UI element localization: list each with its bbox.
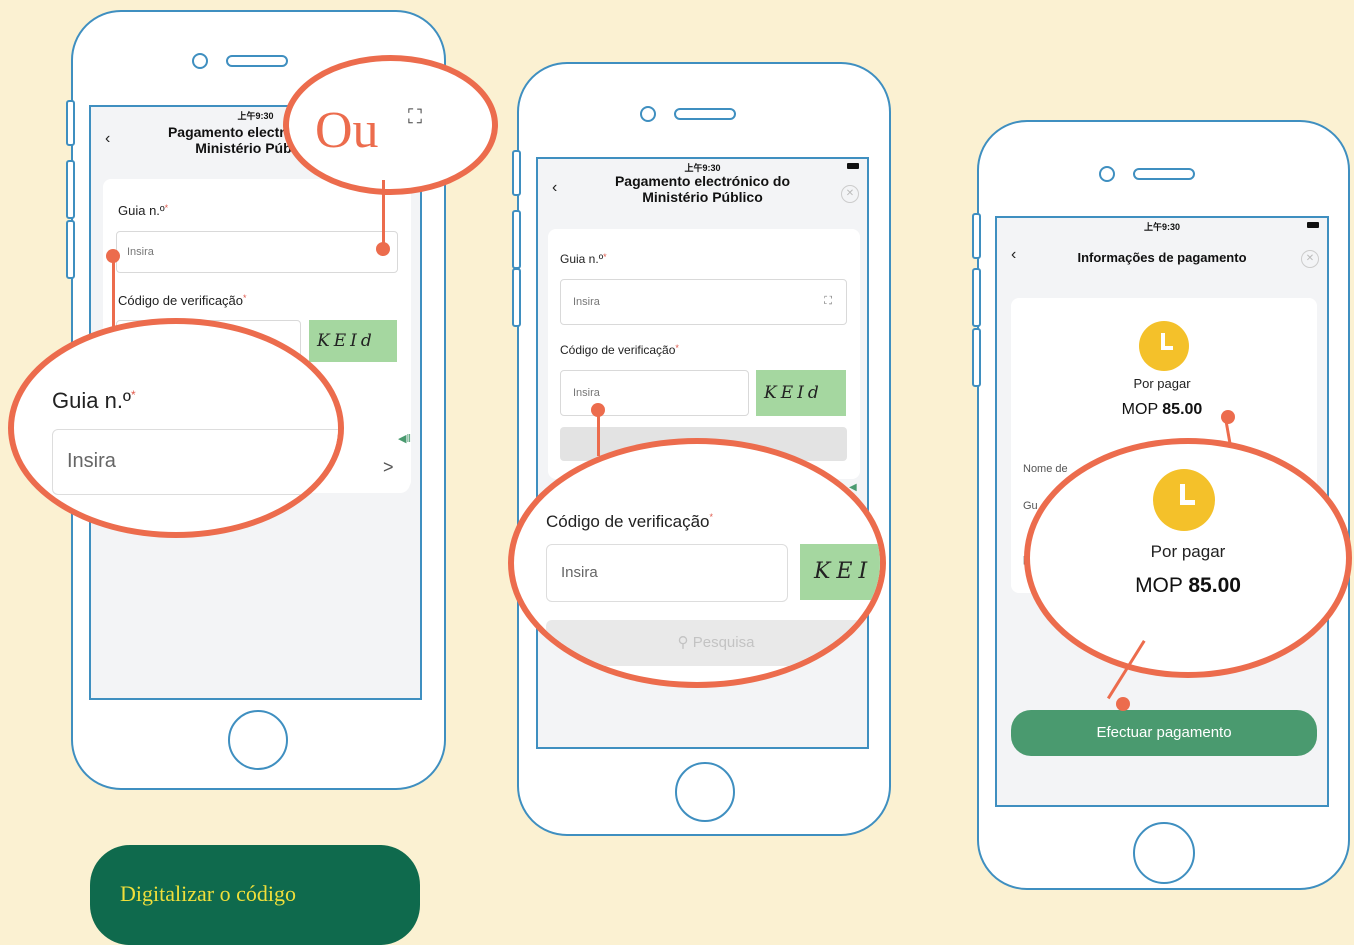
callout-status-text: Por pagar [1150,542,1226,561]
pointer-dot [1221,410,1235,424]
clock-icon [1153,469,1215,531]
side-button [512,150,521,196]
side-button [66,220,75,279]
captcha-image[interactable]: KEId [756,370,846,416]
side-button [972,213,981,259]
speaker-grille [674,108,736,120]
pointer-dot [106,249,120,263]
callout-codigo-input: Insira [546,544,788,602]
detail-row: Nome de [1023,463,1068,475]
home-button[interactable] [1133,822,1195,884]
close-icon[interactable]: ✕ [1301,250,1319,268]
speaker-grille [1133,168,1195,180]
battery-icon [1307,222,1319,228]
side-button [972,328,981,387]
caption-text: Digitalizar o código [120,881,296,906]
pointer-dot [1116,697,1130,711]
collapse-handle-icon[interactable]: ◀‖ [398,432,411,445]
guia-label: Guia n.º* [118,203,169,218]
connector-line [597,414,600,456]
callout-codigo-label: Código de verificação* [546,512,713,531]
captcha-image[interactable]: KEId [309,320,397,362]
connector-line [382,180,385,248]
guia-input[interactable]: Insira ⛶ [116,231,398,273]
scan-icon: ⛶ [408,106,422,128]
callout-guia-input: Insira [52,429,338,495]
battery-icon [847,163,859,169]
speaker-grille [226,55,288,67]
or-callout-bubble: Ou ⛶ [283,55,498,195]
scan-icon[interactable]: ⛶ [824,295,832,308]
callout-guia-label: Guia n.º* [52,388,136,413]
status-callout-bubble: Por pagar MOP 85.00 [1024,438,1352,678]
page-title: Informações de pagamento [1077,250,1247,265]
callout-captcha-image: KEI [800,544,880,600]
amount-text: MOP 85.00 [1121,401,1203,418]
guia-input[interactable]: Insira ⛶ [560,279,847,325]
or-callout-text: Ou [315,102,379,159]
status-time: 上午9:30 [1143,222,1180,232]
camera-icon [192,53,208,69]
guia-callout-bubble: Guia n.º* Insira [8,318,344,538]
detail-row: Gu [1023,500,1038,512]
side-button [512,210,521,269]
page-title: Pagamento electrónico do Ministério Públ… [614,173,791,206]
pay-button[interactable]: Efectuar pagamento [1011,710,1317,756]
home-button[interactable] [675,762,735,822]
side-button [972,268,981,327]
chevron-right-icon: > [383,457,394,477]
callout-search-button: ⚲ Pesquisa [546,620,880,666]
codigo-input[interactable]: Insira [560,370,749,416]
pointer-dot [376,242,390,256]
side-button [66,100,75,146]
camera-icon [640,106,656,122]
codigo-callout-bubble: Código de verificação* Insira KEI ⚲ Pesq… [508,438,886,688]
search-icon: ⚲ [677,634,689,651]
camera-icon [1099,166,1115,182]
close-icon[interactable]: ✕ [841,185,859,203]
home-button[interactable] [228,710,288,770]
caption-badge: Digitalizar o código [90,845,420,945]
side-button [66,160,75,219]
guia-label: Guia n.º* [560,252,607,266]
callout-amount-text: MOP 85.00 [1135,574,1241,597]
side-button [512,268,521,327]
status-text: Por pagar [1133,376,1191,391]
codigo-label: Código de verificação* [118,293,247,308]
codigo-label: Código de verificação* [560,343,679,357]
clock-icon [1139,321,1189,371]
